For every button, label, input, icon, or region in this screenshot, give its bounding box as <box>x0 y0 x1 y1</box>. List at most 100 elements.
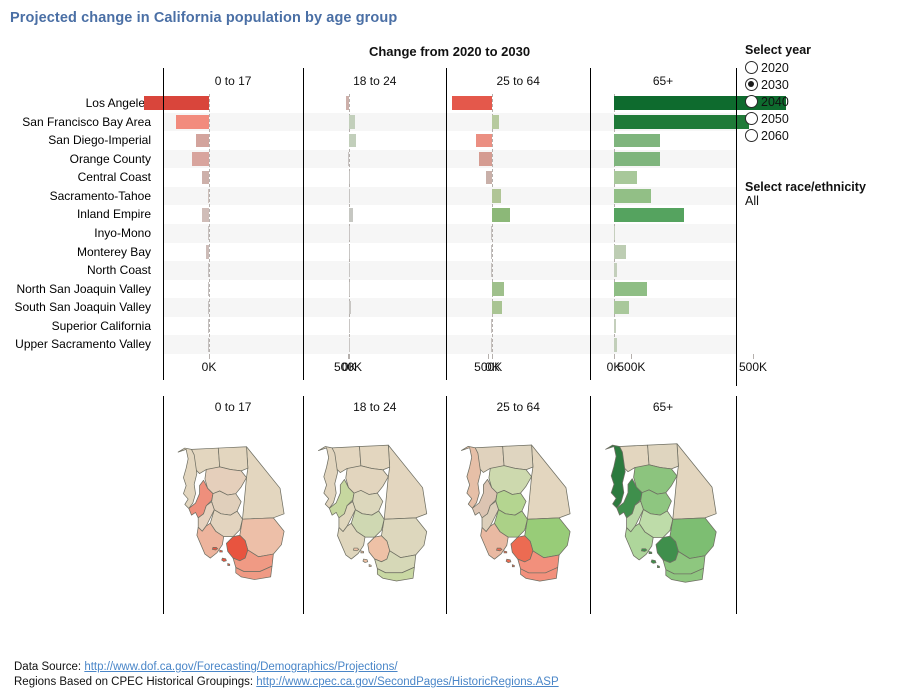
bar-row <box>163 224 303 243</box>
bar[interactable] <box>475 133 493 148</box>
map-region-north_coast[interactable] <box>461 445 482 509</box>
bar[interactable] <box>144 96 209 111</box>
bar[interactable] <box>491 226 493 241</box>
region-label[interactable]: Sacramento-Tahoe <box>0 187 160 206</box>
bar[interactable] <box>347 152 350 166</box>
region-label[interactable]: Orange County <box>0 150 160 169</box>
map-region-north_coast[interactable] <box>177 447 198 509</box>
bar[interactable] <box>349 300 352 315</box>
regions-link[interactable]: http://www.cpec.ca.gov/SecondPages/Histo… <box>256 676 558 688</box>
map-island-4 <box>657 565 660 568</box>
bar[interactable] <box>349 170 351 185</box>
region-label[interactable]: North Coast <box>0 261 160 280</box>
bar[interactable] <box>492 114 500 129</box>
bar[interactable] <box>492 282 505 296</box>
bar[interactable] <box>492 207 511 222</box>
bar[interactable] <box>478 152 493 166</box>
bar[interactable] <box>614 337 617 352</box>
region-label[interactable]: San Diego-Imperial <box>0 131 160 150</box>
bar[interactable] <box>207 263 209 278</box>
bar[interactable] <box>452 96 493 111</box>
bar[interactable] <box>491 263 493 278</box>
radio-button-icon[interactable] <box>745 112 758 125</box>
bar[interactable] <box>614 282 647 296</box>
radio-button-icon[interactable] <box>745 78 758 91</box>
bar[interactable] <box>491 244 493 259</box>
region-label[interactable]: South San Joaquin Valley <box>0 298 160 317</box>
bar[interactable] <box>349 337 351 352</box>
bar[interactable] <box>207 282 209 296</box>
year-option-2020[interactable]: 2020 <box>745 59 895 76</box>
bar[interactable] <box>201 207 209 222</box>
region-label[interactable]: Monterey Bay <box>0 243 160 262</box>
bar[interactable] <box>201 170 209 185</box>
bar[interactable] <box>491 337 493 352</box>
bar[interactable] <box>207 319 209 333</box>
bar[interactable] <box>486 170 493 185</box>
map-region-sac_tahoe[interactable] <box>633 464 678 495</box>
map-region-sac_tahoe[interactable] <box>345 465 389 495</box>
bar[interactable] <box>491 319 493 333</box>
region-label[interactable]: San Francisco Bay Area <box>0 113 160 132</box>
bar[interactable] <box>349 244 351 259</box>
data-source-link[interactable]: http://www.dof.ca.gov/Forecasting/Demogr… <box>84 661 397 673</box>
bar[interactable] <box>614 263 618 278</box>
bar[interactable] <box>614 114 749 129</box>
year-option-2060[interactable]: 2060 <box>745 127 895 144</box>
bar[interactable] <box>349 114 356 129</box>
year-option-2040[interactable]: 2040 <box>745 93 895 110</box>
bar[interactable] <box>349 319 351 333</box>
bar-row <box>303 131 446 150</box>
region-label[interactable]: Inland Empire <box>0 205 160 224</box>
bar[interactable] <box>614 207 684 222</box>
bar[interactable] <box>195 133 209 148</box>
region-label[interactable]: Inyo-Mono <box>0 224 160 243</box>
bar[interactable] <box>349 207 353 222</box>
year-option-2030[interactable]: 2030 <box>745 76 895 93</box>
bar[interactable] <box>614 189 651 203</box>
bar[interactable] <box>345 96 350 111</box>
bar[interactable] <box>349 282 351 296</box>
bar[interactable] <box>207 337 209 352</box>
map-region-inyo[interactable] <box>242 446 285 520</box>
region-label[interactable]: Upper Sacramento Valley <box>0 335 160 354</box>
map-region-inyo[interactable] <box>384 444 428 520</box>
bar[interactable] <box>614 152 661 166</box>
map-region-inyo[interactable] <box>527 444 571 520</box>
year-radio-group[interactable]: 2020 2030 2040 2050 2060 <box>745 59 895 144</box>
bar[interactable] <box>614 226 616 241</box>
region-label[interactable]: Los Angeles <box>0 94 160 113</box>
region-label[interactable]: Central Coast <box>0 168 160 187</box>
map-region-north_coast[interactable] <box>605 444 626 509</box>
year-option-2050[interactable]: 2050 <box>745 110 895 127</box>
x-axis-1: 0K 500K <box>163 354 362 384</box>
bar-row <box>303 224 446 243</box>
bar[interactable] <box>614 133 660 148</box>
bar[interactable] <box>175 114 209 129</box>
bar[interactable] <box>207 226 209 241</box>
bar[interactable] <box>205 244 209 259</box>
radio-button-icon[interactable] <box>745 61 758 74</box>
map-region-inyo[interactable] <box>672 443 717 520</box>
bar[interactable] <box>614 300 629 315</box>
bar[interactable] <box>614 170 637 185</box>
bar[interactable] <box>207 300 209 315</box>
map-region-north_coast[interactable] <box>318 446 339 509</box>
bar[interactable] <box>207 189 209 203</box>
bar[interactable] <box>349 189 351 203</box>
bar[interactable] <box>349 226 351 241</box>
bar[interactable] <box>492 300 502 315</box>
bar[interactable] <box>349 133 356 148</box>
bar[interactable] <box>492 189 501 203</box>
region-label[interactable]: Superior California <box>0 317 160 336</box>
region-label[interactable]: North San Joaquin Valley <box>0 280 160 299</box>
map-region-sac_tahoe[interactable] <box>488 465 533 495</box>
bar[interactable] <box>614 319 616 333</box>
bar[interactable] <box>349 263 351 278</box>
radio-button-icon[interactable] <box>745 95 758 108</box>
map-region-sac_tahoe[interactable] <box>204 466 247 496</box>
bar[interactable] <box>614 244 626 259</box>
bar[interactable] <box>191 152 209 166</box>
radio-button-icon[interactable] <box>745 129 758 142</box>
select-race-value[interactable]: All <box>745 194 895 208</box>
